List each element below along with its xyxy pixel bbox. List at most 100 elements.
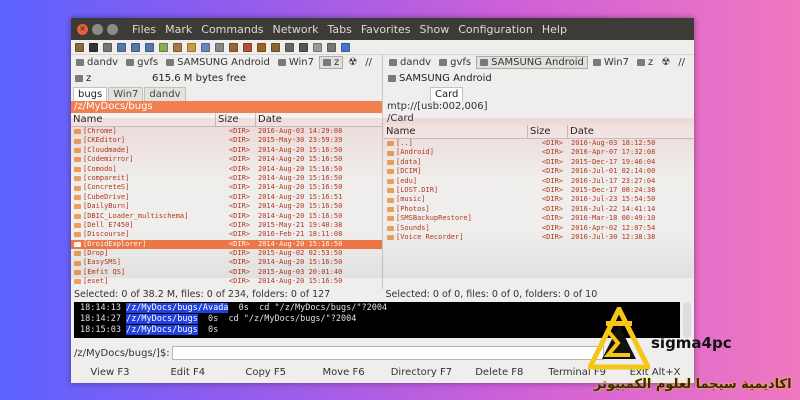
full-view-icon[interactable] [131, 42, 140, 52]
right-col-size[interactable]: Size [528, 125, 568, 138]
file-row[interactable]: [..] <DIR> 2016-Aug-03 18:12:50 [384, 139, 694, 148]
right-drive-root[interactable]: // [675, 57, 688, 68]
menu-files[interactable]: Files [132, 23, 156, 36]
file-row[interactable]: [Discourse] <DIR> 2016-Feb-21 18:11:08 [71, 230, 382, 239]
left-tab-bugs[interactable]: bugs [73, 87, 108, 101]
menu-commands[interactable]: Commands [201, 23, 263, 36]
command-input[interactable] [171, 346, 604, 360]
file-row[interactable]: [Emfit QS] <DIR> 2015-Aug-03 20:01:40 [71, 268, 382, 277]
drive-icon [439, 59, 448, 66]
settings-icon[interactable] [327, 42, 336, 52]
right-drive-samsung[interactable]: SAMSUNG Android [476, 56, 588, 69]
file-row[interactable]: [SMSBackupRestore] <DIR> 2016-Mar-18 00:49… [384, 214, 694, 223]
left-tab-dandv[interactable]: dandv [144, 87, 186, 101]
right-tab-card[interactable]: Card [430, 87, 464, 101]
invert-selection-icon[interactable] [187, 42, 196, 52]
file-row[interactable]: [LOST.DIR] <DIR> 2015-Dec-17 08:24:38 [384, 186, 694, 195]
file-row[interactable]: [ConcreteS] <DIR> 2014-Aug-20 15:16:50 [71, 183, 382, 192]
move-f6-button[interactable]: Move F6 [305, 364, 383, 382]
file-row[interactable]: [eset] <DIR> 2014-Aug-20 15:16:50 [71, 277, 382, 286]
right-col-name[interactable]: Name [384, 125, 528, 138]
file-name: [compareit] [71, 174, 211, 183]
file-row[interactable]: [Drop] <DIR> 2015-Aug-02 02:53:50 [71, 249, 382, 258]
delete-f8-button[interactable]: Delete F8 [460, 364, 538, 382]
tree-view-icon[interactable] [145, 42, 154, 52]
copy-f5-button[interactable]: Copy F5 [227, 364, 305, 382]
file-row[interactable]: [CubeDrive] <DIR> 2014-Aug-20 15:16:51 [71, 193, 382, 202]
file-row[interactable]: [DailyBurn] <DIR> 2014-Aug-20 15:16:50 [71, 202, 382, 211]
menu-favorites[interactable]: Favorites [361, 23, 411, 36]
file-row[interactable]: [compareit] <DIR> 2014-Aug-20 15:16:50 [71, 174, 382, 183]
file-row[interactable]: [DBIC_Loader_multischema] <DIR> 2014-Aug-2… [71, 212, 382, 221]
left-drive-network[interactable]: ☢ [345, 57, 360, 68]
view-f3-button[interactable]: View F3 [71, 364, 149, 382]
file-row[interactable]: [DroidExplorer] <DIR> 2014-Aug-20 15:16:50 [71, 239, 382, 250]
pack-icon[interactable] [257, 42, 266, 52]
left-drive-gvfs[interactable]: gvfs [123, 57, 161, 68]
file-row[interactable]: [Voice Recorder] <DIR> 2016-Jul-30 12:38:3… [384, 233, 694, 242]
close-window-button[interactable]: ✕ [77, 23, 88, 35]
left-drive-z[interactable]: z [319, 56, 344, 69]
file-row[interactable]: [Dell E7450] <DIR> 2015-May-21 19:40:38 [71, 221, 382, 230]
right-drive-z[interactable]: z [634, 57, 656, 68]
file-row[interactable]: [Comodo] <DIR> 2014-Aug-20 15:16:50 [71, 165, 382, 174]
rename-icon[interactable] [229, 42, 238, 52]
file-row[interactable]: [DCIM] <DIR> 2016-Jul-01 02:14:00 [384, 167, 694, 176]
disconnect-icon[interactable] [299, 42, 308, 52]
left-col-size[interactable]: Size [216, 113, 256, 126]
refresh-icon[interactable] [75, 42, 84, 52]
search-icon[interactable] [215, 42, 224, 52]
menu-configuration[interactable]: Configuration [458, 23, 533, 36]
menu-network[interactable]: Network [273, 23, 319, 36]
left-path[interactable]: /z/MyDocs/bugs [71, 101, 382, 113]
file-row[interactable]: [Cloudmade] <DIR> 2014-Aug-20 15:16:50 [71, 146, 382, 155]
menu-help[interactable]: Help [542, 23, 567, 36]
directory-f7-button[interactable]: Directory F7 [383, 364, 461, 382]
edit-f4-button[interactable]: Edit F4 [149, 364, 227, 382]
minimize-window-button[interactable] [92, 23, 103, 35]
select-all-icon[interactable] [159, 42, 168, 52]
menu-show[interactable]: Show [420, 23, 450, 36]
compare-icon[interactable] [201, 42, 210, 52]
right-col-date[interactable]: Date [568, 125, 694, 138]
folder-icon [387, 188, 394, 194]
file-row[interactable]: [data] <DIR> 2015-Dec-17 19:46:04 [384, 158, 694, 167]
terminal-scrollbar[interactable] [683, 302, 691, 338]
left-tab-win7[interactable]: Win7 [108, 87, 144, 101]
sync-icon[interactable] [243, 42, 252, 52]
file-row[interactable]: [Android] <DIR> 2016-Apr-07 17:32:08 [384, 148, 694, 157]
new-tab-icon[interactable] [313, 42, 322, 52]
menu-tabs[interactable]: Tabs [327, 23, 351, 36]
drive-icon[interactable] [103, 42, 112, 52]
unselect-icon[interactable] [173, 42, 182, 52]
right-drive-network[interactable]: ☢ [658, 57, 673, 68]
right-drive-dandv[interactable]: dandv [386, 57, 434, 68]
file-row[interactable]: [Codemirror] <DIR> 2014-Aug-20 15:16:50 [71, 155, 382, 164]
file-name-text: [DBIC_Loader_multischema] [83, 211, 189, 220]
left-drive-samsung[interactable]: SAMSUNG Android [163, 57, 273, 68]
file-row[interactable]: [EasySMS] <DIR> 2014-Aug-20 15:16:50 [71, 258, 382, 267]
unpack-icon[interactable] [271, 42, 280, 52]
left-drive-root[interactable]: // [362, 57, 375, 68]
left-drive-win7[interactable]: Win7 [275, 57, 317, 68]
left-drive-dandv[interactable]: dandv [73, 57, 121, 68]
file-name: [Codemirror] [71, 155, 211, 164]
file-row[interactable]: [Sounds] <DIR> 2016-Apr-02 12:07:54 [384, 224, 694, 233]
left-col-date[interactable]: Date [256, 113, 382, 126]
menu-mark[interactable]: Mark [165, 23, 192, 36]
file-row[interactable]: [music] <DIR> 2016-Jul-23 15:54:50 [384, 195, 694, 204]
help-icon[interactable] [341, 42, 350, 52]
file-row[interactable]: [Photos] <DIR> 2016-Jul-22 14:41:14 [384, 205, 694, 214]
file-size: <DIR> [228, 192, 250, 201]
right-path[interactable]: /Card [384, 113, 694, 125]
file-row[interactable]: [Chrome] <DIR> 2016-Aug-03 14:29:08 [71, 127, 382, 136]
brief-view-icon[interactable] [117, 42, 126, 52]
right-drive-win7[interactable]: Win7 [590, 57, 632, 68]
terminal-icon[interactable] [89, 42, 98, 52]
network-icon[interactable] [285, 42, 294, 52]
right-drive-gvfs[interactable]: gvfs [436, 57, 474, 68]
file-row[interactable]: [edu] <DIR> 2016-Jul-17 23:27:04 [384, 177, 694, 186]
maximize-window-button[interactable] [107, 23, 118, 35]
left-col-name[interactable]: Name [71, 113, 216, 126]
file-row[interactable]: [CKEditor] <DIR> 2015-May-30 23:59:39 [71, 136, 382, 145]
